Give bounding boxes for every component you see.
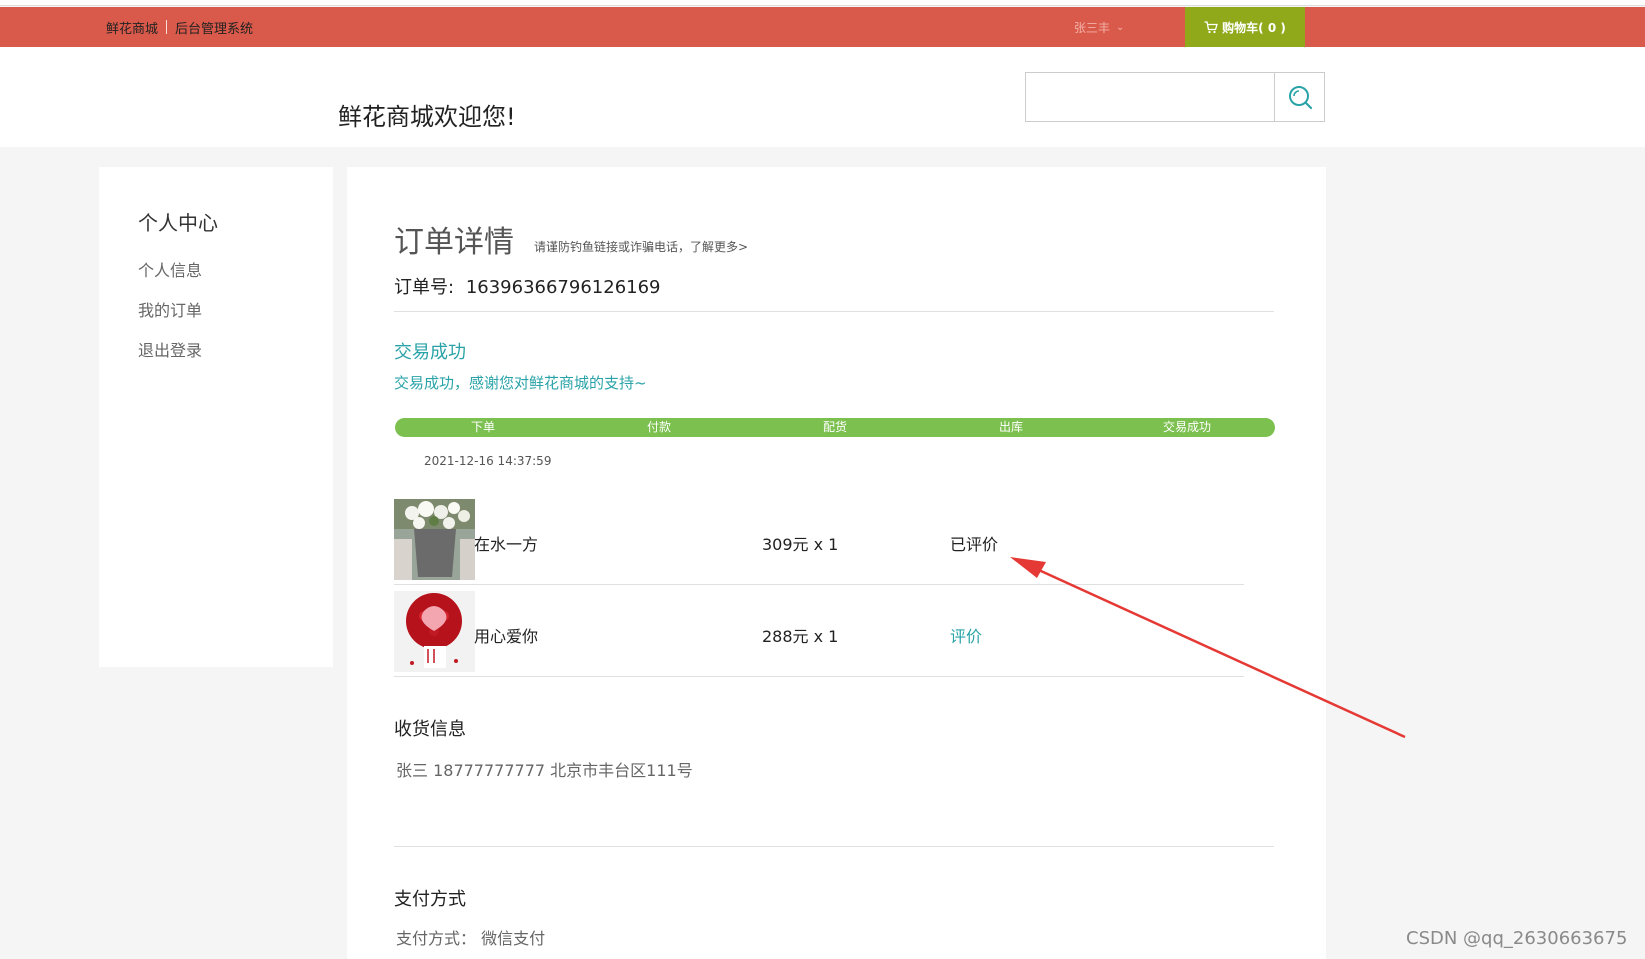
progress-step: 付款 [646,420,671,434]
page-title: 订单详情 [394,225,514,260]
watermark: CSDN @qq_2630663675 [1406,928,1628,949]
order-progress-bar: 下单 付款 配货 出库 交易成功 [395,418,1275,437]
sidebar-item-orders[interactable]: 我的订单 [138,297,202,321]
progress-step: 出库 [998,420,1023,434]
order-item-row: 用心爱你 288元 x 1 评价 [394,591,1244,677]
product-price: 288元 x 1 [762,627,839,646]
review-status: 已评价 [950,535,999,554]
username: 张三丰 [1074,20,1111,35]
order-number: 订单号: 16396366796126169 [394,273,661,299]
row-divider [394,676,1244,677]
search-box [1025,72,1325,122]
order-number-value: 16396366796126169 [465,277,661,298]
status-message: 交易成功，感谢您对鲜花商城的支持~ [394,374,647,392]
top-links: 鲜花商城 后台管理系统 [106,7,253,47]
order-item-row: 在水一方 309元 x 1 已评价 [394,499,1244,585]
cart-label: 购物车( 0 ) [1222,20,1286,35]
product-image [394,591,475,672]
sidebar-item-profile[interactable]: 个人信息 [138,257,202,281]
cart-icon [1204,20,1219,33]
payment-title: 支付方式 [394,889,466,910]
progress-step: 配货 [822,420,847,434]
welcome-text: 鲜花商城欢迎您! [338,103,516,131]
product-name[interactable]: 用心爱你 [474,623,538,647]
row-divider [394,584,1244,585]
site-header: 鲜花商城欢迎您! [0,47,1645,147]
sidebar-item-logout[interactable]: 退出登录 [138,337,202,361]
shipping-title: 收货信息 [394,719,466,740]
divider [394,846,1274,847]
user-menu[interactable]: 张三丰 ⌄ [1074,7,1124,47]
search-icon [1288,86,1312,110]
browser-top-strip [0,0,1645,6]
shop-link[interactable]: 鲜花商城 [106,18,158,37]
chevron-down-icon: ⌄ [1116,21,1125,33]
order-status: 交易成功 [394,342,466,363]
shipping-info: 张三 18777777777 北京市丰台区111号 [396,761,693,780]
payment-info: 支付方式： 微信支付 [396,929,546,948]
top-bar: 鲜花商城 后台管理系统 张三丰 ⌄ 购物车( 0 ) [0,7,1645,47]
progress-step: 交易成功 [1162,420,1211,434]
product-price: 309元 x 1 [762,535,839,554]
link-divider [166,20,168,34]
security-tip-link[interactable]: 请谨防钓鱼链接或诈骗电话，了解更多> [534,238,748,255]
cart-button[interactable]: 购物车( 0 ) [1185,7,1305,47]
order-date: 2021-12-16 14:37:59 [424,454,552,468]
product-image [394,499,475,580]
review-button[interactable]: 评价 [950,623,982,647]
order-number-label: 订单号: [394,277,455,298]
product-name[interactable]: 在水一方 [474,531,538,555]
search-input[interactable] [1025,72,1275,122]
search-button[interactable] [1274,72,1325,122]
user-sidebar: 个人中心 个人信息 我的订单 退出登录 [99,167,333,667]
divider [394,311,1274,312]
order-detail-panel: 订单详情 请谨防钓鱼链接或诈骗电话，了解更多> 订单号: 16396366796… [347,167,1326,959]
admin-link[interactable]: 后台管理系统 [175,18,253,37]
sidebar-title: 个人中心 [138,211,218,235]
progress-step: 下单 [470,420,495,434]
